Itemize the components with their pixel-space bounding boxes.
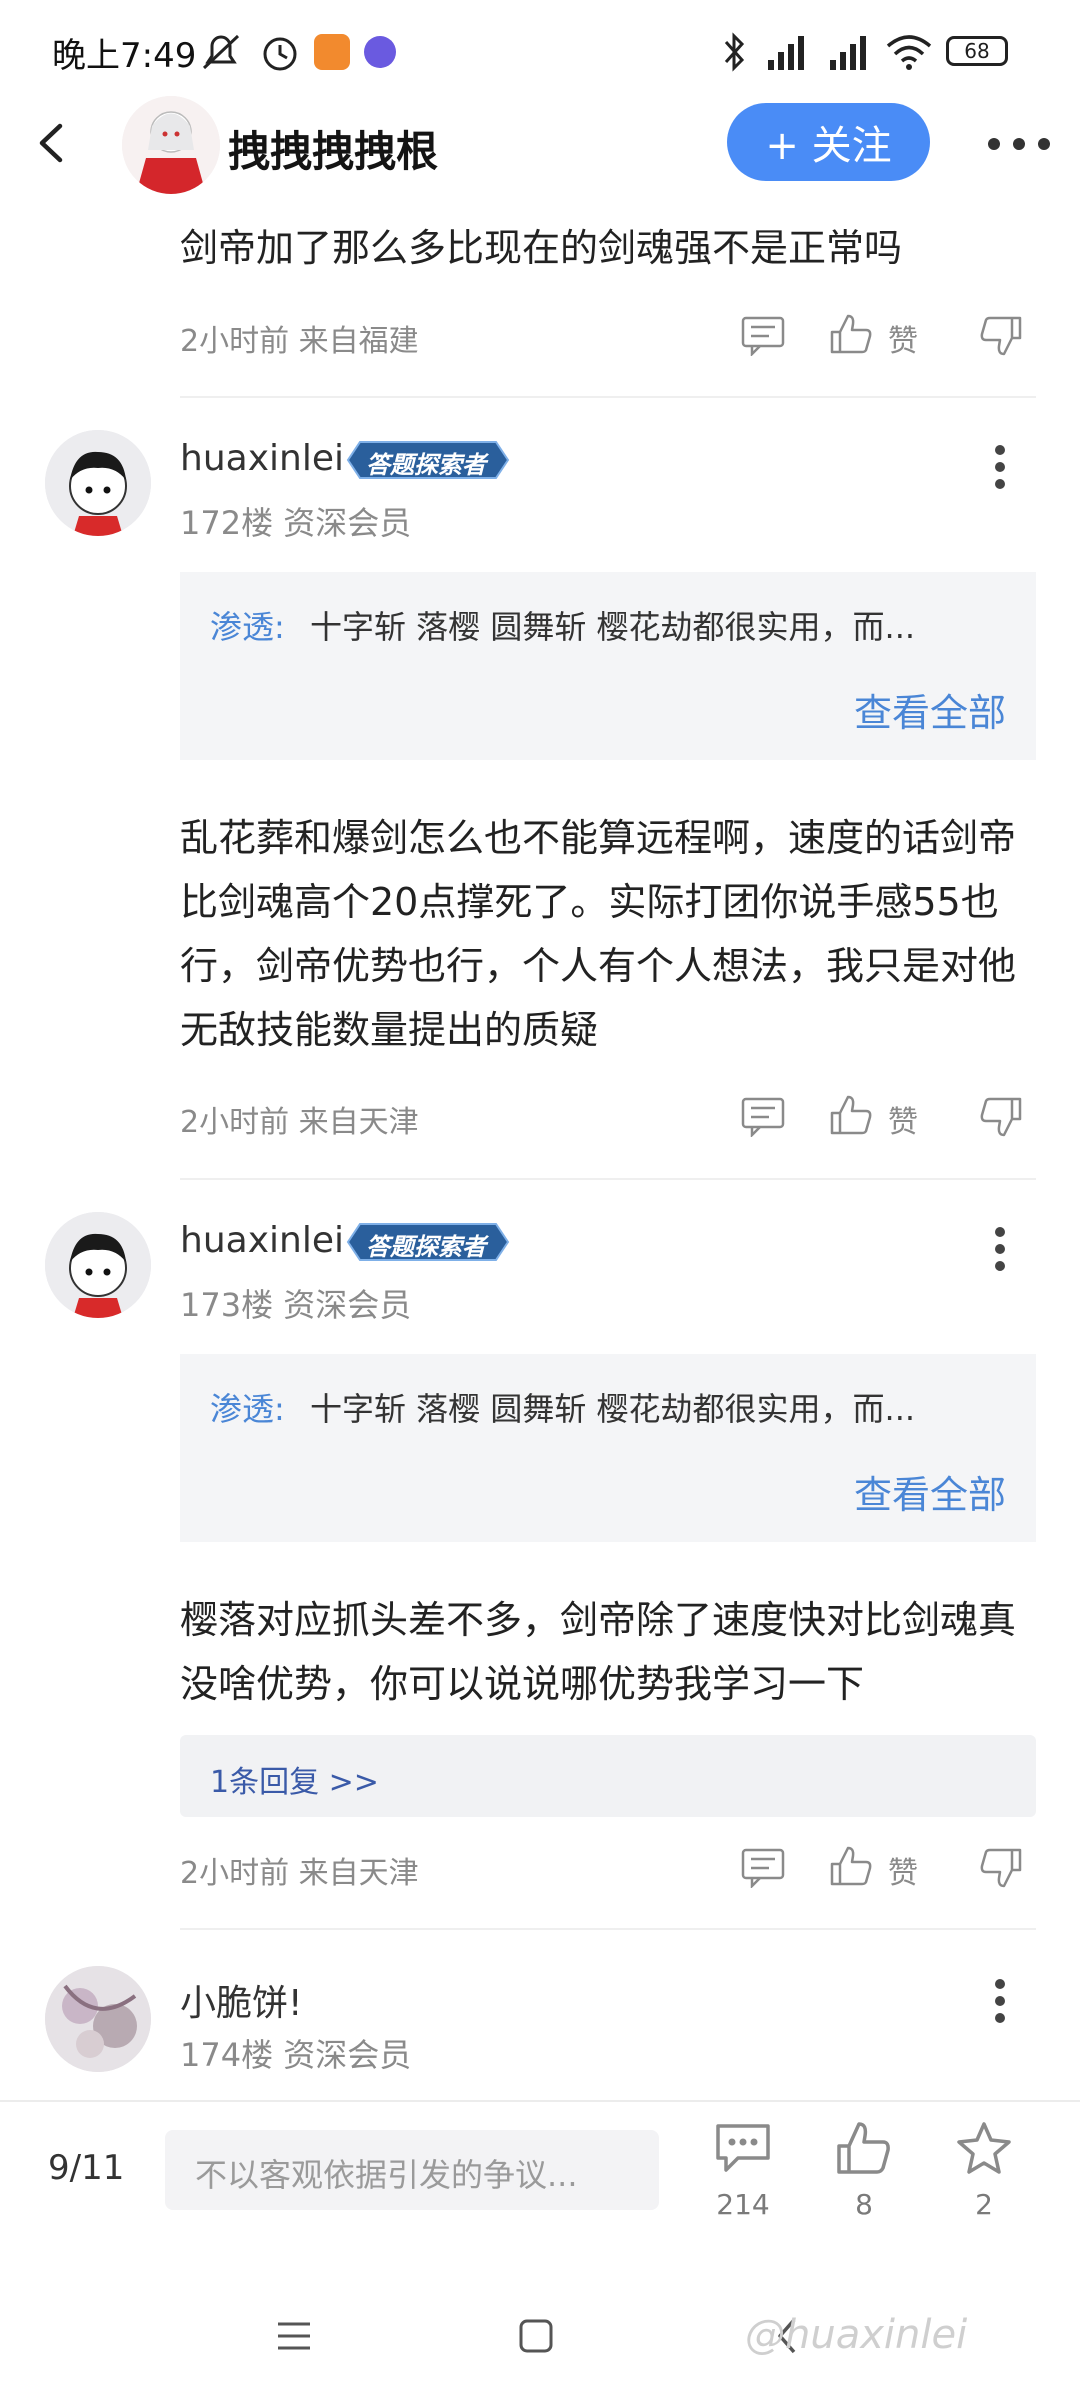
dislike-icon[interactable] [978,1095,1024,1139]
quote-author[interactable]: 渗透: [210,1384,285,1430]
star-icon[interactable] [953,2120,1015,2176]
post-meta: 2小时前 来自福建 [180,324,419,359]
bluetooth-icon [724,32,745,72]
signal-2-icon [830,36,866,70]
post-meta: 2小时前 来自天津 [180,1105,419,1140]
reply-icon[interactable] [740,1846,786,1888]
home-square-icon[interactable] [516,2316,556,2356]
more-options-icon[interactable] [986,132,1052,156]
battery-level: 68 [964,39,990,63]
comments-count: 214 [716,2188,770,2221]
dislike-icon[interactable] [978,314,1024,358]
post-meta: 2小时前 来自天津 [180,1856,419,1891]
stars-count: 2 [975,2188,993,2221]
thumb-up-icon[interactable] [833,2120,895,2176]
comment-input[interactable]: 不以客观依据引发的争议... [165,2130,659,2210]
floor-info: 172楼 资深会员 [180,504,412,542]
post-content: 乱花葬和爆剑怎么也不能算远程啊，速度的话剑帝比剑魂高个20点撑死了。实际打团你说… [180,816,1017,1052]
username[interactable]: huaxinlei [180,1220,344,1261]
floor-info: 173楼 资深会员 [180,1286,412,1324]
user-avatar[interactable] [45,1212,151,1318]
page-indicator[interactable]: 9/11 [48,2148,124,2188]
floor-info: 174楼 资深会员 [180,2036,412,2074]
dislike-icon[interactable] [978,1846,1024,1890]
quoted-comment[interactable]: 渗透: 十字斩 落樱 圆舞斩 樱花劫都很实用，而... 查看全部 [180,572,1036,760]
like-label[interactable]: 赞 [888,1848,918,1892]
quote-text: 十字斩 落樱 圆舞斩 樱花劫都很实用，而... [310,608,916,646]
quote-text: 十字斩 落樱 圆舞斩 樱花劫都很实用，而... [310,1390,916,1428]
quote-author[interactable]: 渗透: [210,602,285,648]
divider [180,396,1036,398]
user-avatar[interactable] [45,1966,151,2072]
post-more-icon[interactable] [988,444,1012,490]
menu-icon[interactable] [274,2318,314,2354]
back-button[interactable] [30,118,74,168]
divider [180,1178,1036,1180]
divider [180,1928,1036,1930]
user-badge: 答题探索者 [346,1222,510,1262]
follow-button[interactable]: + 关注 [727,103,930,181]
watermark: @huaxinlei [745,2312,968,2358]
username[interactable]: 小脆饼! [180,1974,302,2026]
alarm-icon [263,37,297,71]
post-more-icon[interactable] [988,1226,1012,1272]
app-notification-icon [314,34,350,70]
forum-avatar[interactable] [122,96,220,194]
post-more-icon[interactable] [988,1978,1012,2024]
reply-icon[interactable] [740,1095,786,1137]
comment-placeholder[interactable]: 不以客观依据引发的争议... [195,2150,578,2196]
tieba-notification-icon [364,36,396,68]
view-all-link[interactable]: 查看全部 [854,1464,1006,1519]
status-time: 晚上7:49 [52,36,197,76]
notification-muted-icon [202,34,240,70]
quoted-comment[interactable]: 渗透: 十字斩 落樱 圆舞斩 樱花劫都很实用，而... 查看全部 [180,1354,1036,1542]
like-label[interactable]: 赞 [888,316,918,360]
username[interactable]: huaxinlei [180,438,344,479]
like-icon[interactable] [828,312,874,356]
forum-title: 拽拽拽拽根 [228,127,439,176]
user-badge-label: 答题探索者 [366,451,486,479]
reply-icon[interactable] [740,314,786,356]
signal-icon [768,36,804,70]
like-label[interactable]: 赞 [888,1097,918,1141]
user-badge-label: 答题探索者 [366,1233,486,1261]
like-icon[interactable] [828,1844,874,1888]
replies-link[interactable]: 1条回复 >> [180,1735,1036,1817]
comments-icon[interactable] [712,2120,774,2176]
post-content: 剑帝加了那么多比现在的剑魂强不是正常吗 [180,226,903,270]
user-avatar[interactable] [45,430,151,536]
likes-count: 8 [855,2188,873,2221]
status-bar: 晚上7:49 68 [0,0,1080,100]
user-badge: 答题探索者 [346,440,510,480]
battery-indicator: 68 [946,36,1008,66]
like-icon[interactable] [828,1093,874,1137]
view-all-link[interactable]: 查看全部 [854,682,1006,737]
replies-count[interactable]: 1条回复 >> [210,1757,379,1801]
wifi-icon [886,35,932,70]
post-content: 樱落对应抓头差不多，剑帝除了速度快对比剑魂真没啥优势，你可以说说哪优势我学习一下 [180,1598,1017,1706]
